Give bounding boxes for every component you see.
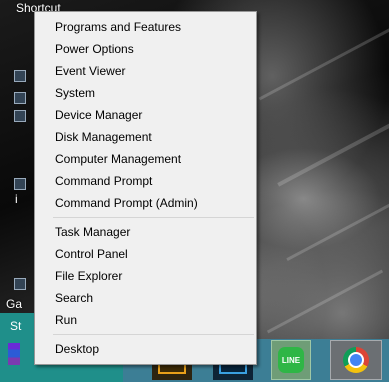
- menu-item-run[interactable]: Run: [35, 309, 256, 331]
- chrome-icon-core: [348, 352, 364, 368]
- menu-item-event-viewer[interactable]: Event Viewer: [35, 60, 256, 82]
- desktop-icon[interactable]: [14, 178, 26, 190]
- menu-item-command-prompt[interactable]: Command Prompt: [35, 170, 256, 192]
- menu-separator: [53, 334, 254, 335]
- desktop-partial-label[interactable]: Ga: [6, 297, 22, 311]
- wallpaper-streak: [258, 22, 389, 101]
- start-label: St: [10, 319, 22, 333]
- desktop-icon-label: i: [15, 192, 18, 206]
- winx-context-menu: Programs and Features Power Options Even…: [34, 11, 257, 365]
- menu-item-device-manager[interactable]: Device Manager: [35, 104, 256, 126]
- wallpaper-streak: [277, 117, 389, 187]
- taskbar-line-button[interactable]: LINE: [271, 340, 311, 380]
- menu-item-file-explorer[interactable]: File Explorer: [35, 265, 256, 287]
- taskbar-chrome-button[interactable]: [330, 340, 382, 380]
- menu-separator: [53, 217, 254, 218]
- menu-item-system[interactable]: System: [35, 82, 256, 104]
- desktop-icon[interactable]: [14, 70, 26, 82]
- desktop-icon[interactable]: [14, 92, 26, 104]
- menu-item-desktop[interactable]: Desktop: [35, 338, 256, 360]
- wallpaper-streak: [286, 202, 389, 261]
- desktop-icon[interactable]: [14, 278, 26, 290]
- wallpaper-streak: [266, 269, 384, 334]
- chrome-icon: [343, 347, 369, 373]
- start-logo-icon: [8, 343, 20, 365]
- menu-item-computer-management[interactable]: Computer Management: [35, 148, 256, 170]
- line-icon: LINE: [278, 347, 304, 373]
- desktop-icon[interactable]: [14, 110, 26, 122]
- menu-item-task-manager[interactable]: Task Manager: [35, 221, 256, 243]
- menu-item-power-options[interactable]: Power Options: [35, 38, 256, 60]
- menu-item-control-panel[interactable]: Control Panel: [35, 243, 256, 265]
- menu-item-programs-and-features[interactable]: Programs and Features: [35, 16, 256, 38]
- menu-item-search[interactable]: Search: [35, 287, 256, 309]
- menu-item-command-prompt-admin[interactable]: Command Prompt (Admin): [35, 192, 256, 214]
- menu-item-disk-management[interactable]: Disk Management: [35, 126, 256, 148]
